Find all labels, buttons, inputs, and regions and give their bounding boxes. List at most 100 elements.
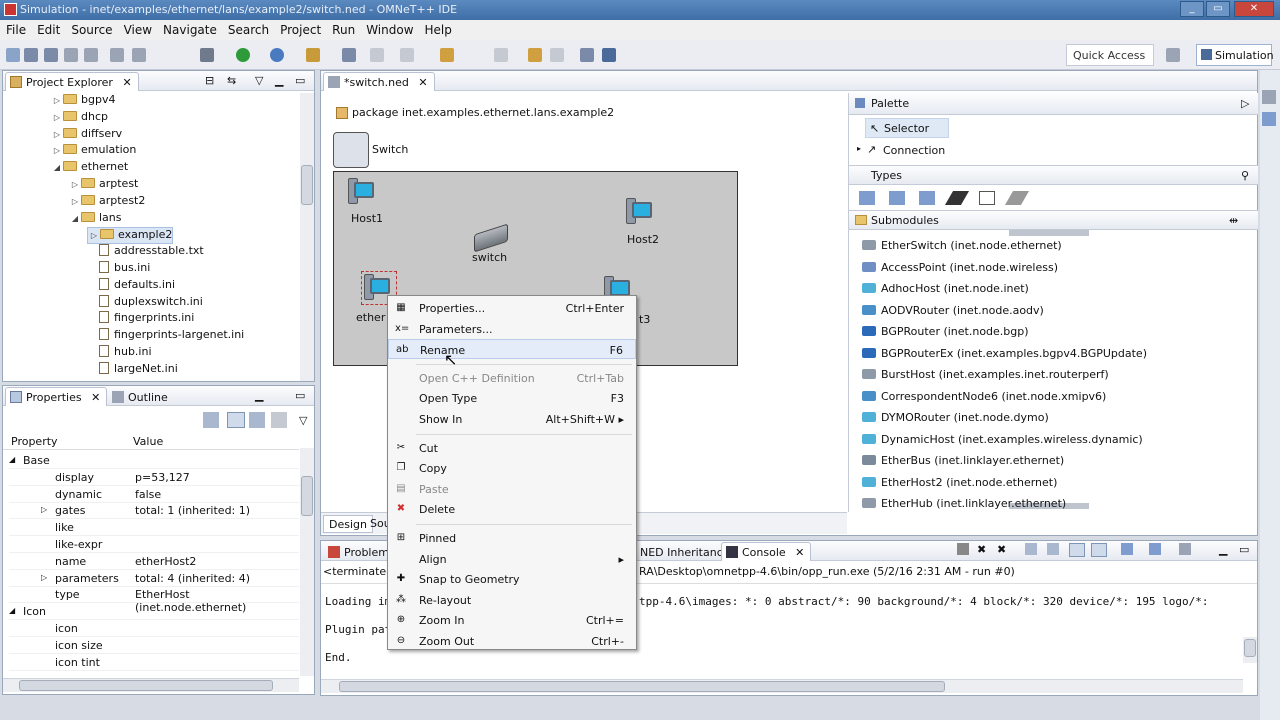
maximize-button[interactable]: ▭ [1206, 1, 1230, 17]
palette-submodule-item[interactable]: EtherBus (inet.linklayer.ethernet) [862, 454, 1064, 474]
expand-icon[interactable]: ▷ [51, 96, 63, 105]
save-all-icon[interactable] [44, 48, 58, 62]
property-row[interactable]: ▷ parameters total: 4 (inherited: 4) [9, 570, 299, 587]
remove-all-icon[interactable]: ✖ [997, 543, 1006, 556]
palette-submodule-item[interactable]: BurstHost (inet.examples.inet.routerperf… [862, 368, 1109, 388]
menu-view[interactable]: View [118, 20, 157, 37]
tree-item[interactable]: ▷ bgpv4 [51, 93, 116, 110]
restore-icon[interactable] [1262, 90, 1276, 104]
save-icon[interactable] [24, 48, 38, 62]
menu-item-pinned[interactable]: ⊞ Pinned [388, 528, 636, 548]
property-row[interactable]: ◢ Base [9, 452, 299, 469]
menu-item-open-type[interactable]: Open Type F3 [388, 388, 636, 408]
tree-item[interactable]: ▷ arptest2 [69, 194, 145, 211]
display-console-icon[interactable] [1149, 543, 1161, 555]
pin-editor-icon[interactable] [550, 48, 564, 62]
close-icon[interactable]: ✕ [795, 546, 804, 559]
open-perspective-icon[interactable] [1166, 48, 1180, 62]
debug-icon[interactable] [270, 48, 284, 62]
property-row[interactable]: ◢ Icon [9, 603, 299, 621]
pin-icon[interactable]: ⚲ [1241, 169, 1249, 182]
menu-item-cut[interactable]: ✂ Cut [388, 438, 636, 458]
menu-source[interactable]: Source [65, 20, 117, 37]
expand-icon[interactable]: ▷ [51, 146, 63, 155]
tree-item[interactable]: fingerprints-largenet.ini [87, 328, 244, 345]
menu-item-copy[interactable]: ❐ Copy [388, 458, 636, 478]
forward-icon[interactable] [494, 48, 508, 62]
tree-item[interactable]: ▷ arptest [69, 177, 138, 194]
build-icon[interactable] [110, 48, 124, 62]
compound-module-icon[interactable] [889, 191, 905, 205]
layout-icon[interactable] [580, 48, 594, 62]
pin-console-icon[interactable] [1121, 543, 1133, 555]
property-row[interactable]: icon tint [9, 654, 299, 671]
menu-item-properties[interactable]: ▦ Properties... Ctrl+Enter [388, 298, 636, 318]
property-value[interactable]: total: 1 (inherited: 1) [135, 504, 250, 517]
selector-tool[interactable]: ↖ Selector [865, 118, 949, 138]
menu-item-delete[interactable]: ✖ Delete [388, 499, 636, 519]
search-icon[interactable] [370, 48, 384, 62]
print-icon[interactable] [84, 48, 98, 62]
switch-module-icon[interactable] [333, 132, 369, 168]
palette-scroll-thumb-top[interactable] [1009, 230, 1089, 236]
tab-ned-inheritance[interactable]: NED Inheritance [621, 542, 737, 561]
connection-tool[interactable]: ▸ ↗ Connection [857, 143, 977, 161]
property-value[interactable]: false [135, 488, 161, 501]
menu-item-open-c-definition[interactable]: Open C++ Definition Ctrl+Tab [388, 368, 636, 388]
property-row[interactable]: name etherHost2 [9, 553, 299, 570]
menu-item-align[interactable]: Align ▸ [388, 549, 636, 569]
tree-item[interactable]: hub.ini [87, 345, 152, 362]
maximize-view-icon[interactable]: ▭ [295, 74, 305, 87]
menu-file[interactable]: File [0, 20, 31, 37]
tab-project-explorer[interactable]: Project Explorer ✕ [5, 72, 139, 91]
new-icon[interactable] [6, 48, 20, 62]
expand-icon[interactable]: ▷ [69, 197, 81, 206]
run-icon[interactable] [236, 48, 250, 62]
palette-submodule-item[interactable]: EtherHub (inet.linklayer.ethernet) [862, 497, 1066, 517]
tree-item[interactable]: ▷ example2 [87, 227, 174, 245]
properties-scrollbar[interactable] [300, 448, 314, 676]
simple-module-icon[interactable] [859, 191, 875, 205]
outline-view-icon[interactable] [1262, 112, 1276, 126]
profile-icon[interactable] [306, 48, 320, 62]
open-console-icon[interactable] [1179, 543, 1191, 555]
tab-properties[interactable]: Properties ✕ [5, 387, 108, 406]
menu-search[interactable]: Search [222, 20, 274, 37]
submodules-drawer[interactable]: Submodules ⇹ [849, 210, 1258, 230]
close-icon[interactable]: ✕ [122, 76, 131, 89]
minimize-view-icon[interactable]: ▁ [275, 74, 283, 87]
menu-item-snap-to-geometry[interactable]: ✚ Snap to Geometry [388, 569, 636, 589]
last-edit-icon[interactable] [528, 48, 542, 62]
tree-item[interactable]: fingerprints.ini [87, 311, 194, 328]
settings-icon[interactable] [200, 48, 214, 62]
collapse-icon[interactable]: ◢ [51, 163, 63, 172]
open-type-icon[interactable] [342, 48, 356, 62]
tree-scrollbar[interactable] [300, 93, 314, 381]
copy-icon[interactable] [64, 48, 78, 62]
tree-item[interactable]: ◢ lans [69, 211, 122, 228]
collapse-icon[interactable]: ◢ [9, 606, 15, 615]
expand-icon[interactable]: ▷ [51, 130, 63, 139]
close-button[interactable]: ✕ [1234, 1, 1274, 17]
property-row[interactable]: dynamic false [9, 486, 299, 503]
property-row[interactable]: display p=53,127 [9, 469, 299, 486]
palette-submodule-item[interactable]: EtherHost2 (inet.node.ethernet) [862, 476, 1057, 496]
channel-icon[interactable] [944, 191, 970, 205]
menu-navigate[interactable]: Navigate [157, 20, 222, 37]
palette-submodule-item[interactable]: DYMORouter (inet.node.dymo) [862, 411, 1049, 431]
types-drawer[interactable]: Types ⚲ [849, 165, 1258, 185]
remove-launch-icon[interactable]: ✖ [977, 543, 986, 556]
restore-default-icon[interactable] [271, 412, 287, 428]
perspective-simulation-button[interactable]: Simulation [1196, 44, 1274, 66]
palette-submodule-item[interactable]: BGPRouter (inet.node.bgp) [862, 325, 1029, 345]
expand-icon[interactable]: ▷ [41, 573, 47, 582]
property-row[interactable]: icon [9, 620, 299, 637]
palette-submodule-item[interactable]: BGPRouterEx (inet.examples.bgpv4.BGPUpda… [862, 347, 1147, 367]
property-value[interactable]: etherHost2 [135, 555, 196, 568]
properties-hscrollbar[interactable] [3, 678, 299, 692]
menu-item-parameters[interactable]: x= Parameters... [388, 319, 636, 339]
property-row[interactable]: type EtherHost (inet.node.ethernet) [9, 586, 299, 614]
clear-console-icon[interactable] [1025, 543, 1037, 555]
property-row[interactable]: icon size [9, 637, 299, 654]
host2-icon[interactable] [624, 196, 658, 228]
